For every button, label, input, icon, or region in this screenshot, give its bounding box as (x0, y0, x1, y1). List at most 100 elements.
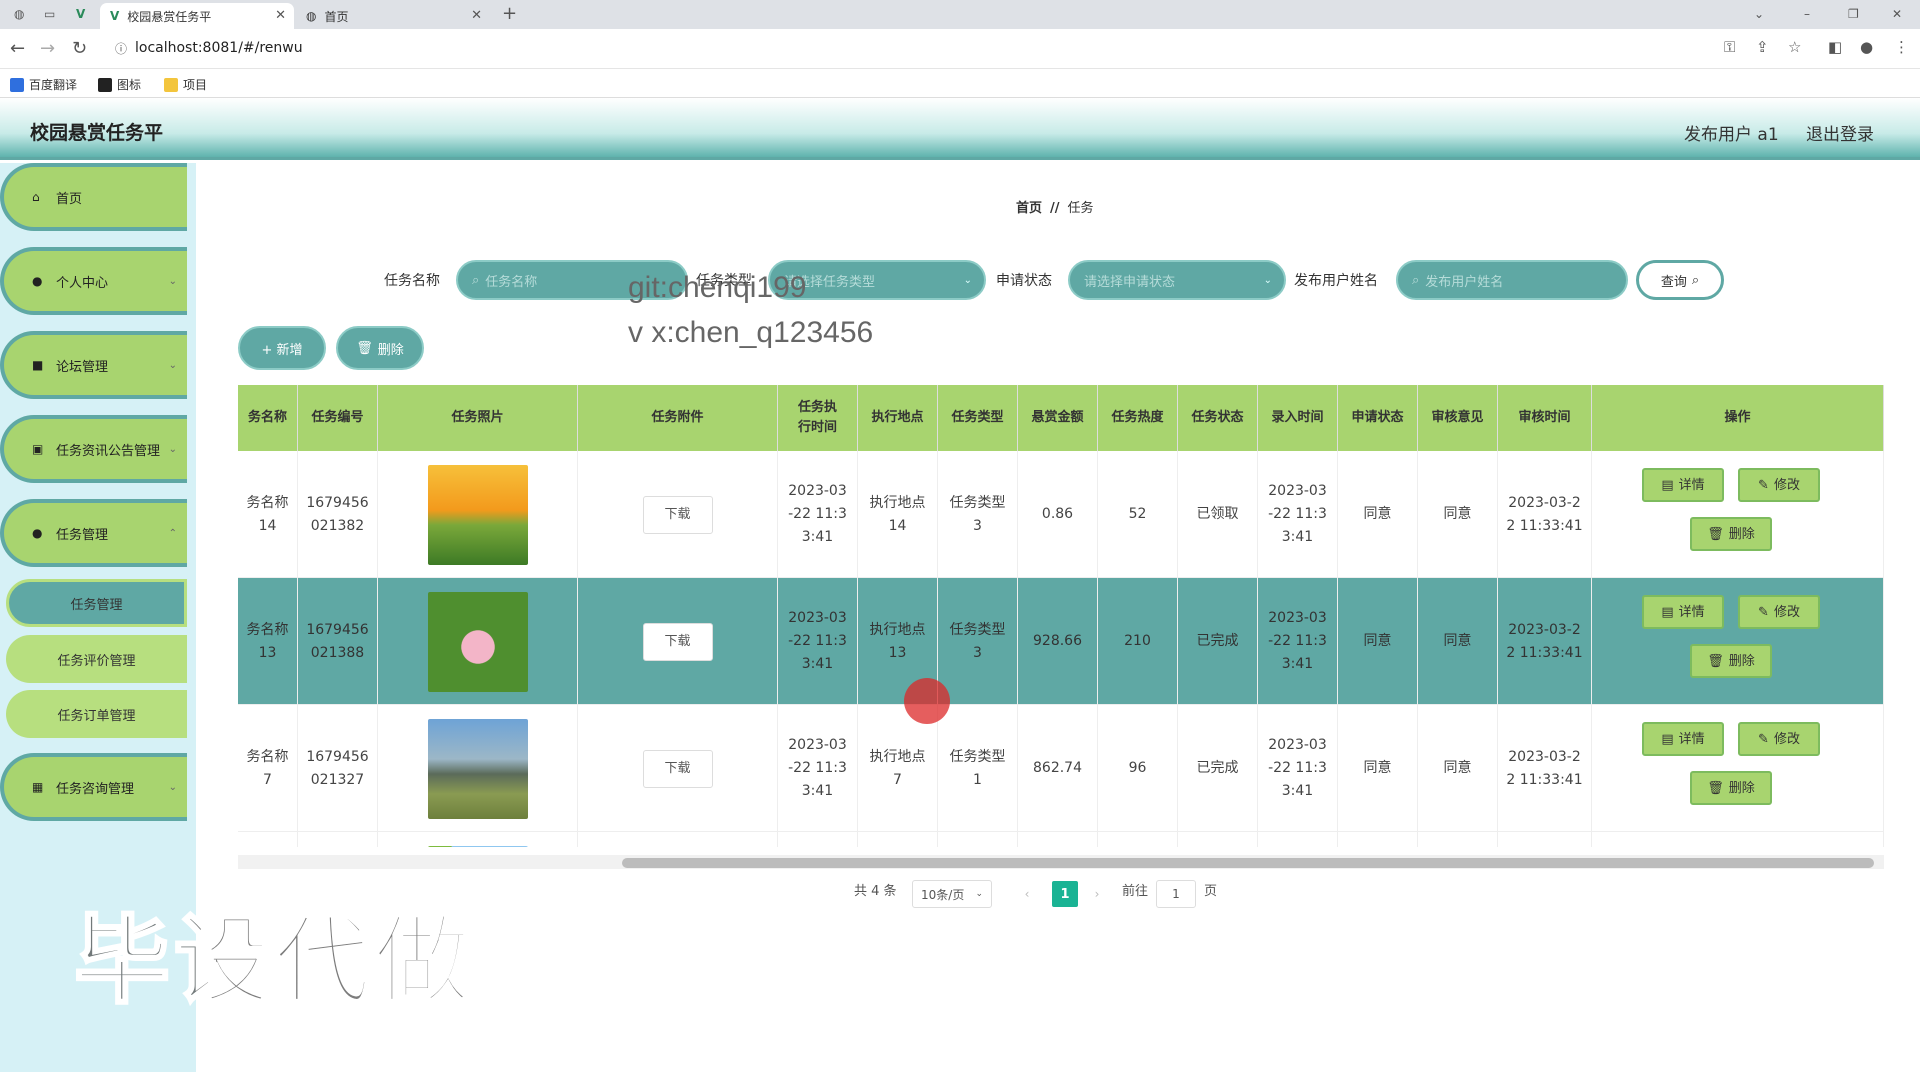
page-size-select[interactable]: 10条/页 ⌄ (912, 880, 992, 908)
logout-link[interactable]: 退出登录 (1806, 120, 1874, 145)
profile-icon[interactable]: ● (1860, 38, 1873, 56)
reload-icon[interactable]: ↻ (72, 38, 87, 59)
breadcrumb-home[interactable]: 首页 (1016, 201, 1042, 216)
edit-button[interactable]: ✎ 修改 (1738, 722, 1820, 756)
table-row[interactable]: 务名称13 1679456021388 下载 2023-03-22 11:33:41 执… (238, 578, 1884, 705)
operations-cell: ▤详情✎修改🗑删除 (1592, 832, 1884, 847)
apply-status-label: 申请状态 (996, 273, 1052, 289)
publisher-input[interactable]: ⌕ 发布用户姓名 (1396, 260, 1628, 300)
query-button[interactable]: 查询 ⌕ (1636, 260, 1724, 300)
cell-amount: 306.7 (1018, 832, 1098, 847)
blank-tab-icon[interactable]: ▭ (44, 7, 62, 23)
sidebar-sub-review[interactable]: 任务评价管理 (6, 635, 187, 683)
sidebar-item-news[interactable]: ▣ 任务资讯公告管理 ⌄ (0, 415, 187, 483)
cell-amount: 928.66 (1018, 578, 1098, 705)
tab-app[interactable]: V 校园悬赏任务平 ✕ (100, 3, 294, 29)
row-delete-button[interactable]: 🗑 删除 (1690, 517, 1772, 551)
minimize-icon[interactable]: – (1804, 7, 1822, 23)
globe-icon[interactable]: ◍ (14, 7, 32, 23)
close-icon[interactable]: ✕ (275, 8, 286, 23)
search-icon: ⌕ (1691, 272, 1700, 288)
vue-icon[interactable]: V (76, 7, 94, 23)
cell-name: 务名称7 (238, 705, 298, 832)
restore-icon[interactable]: ❐ (1848, 7, 1866, 23)
placeholder: 任务名称 (485, 274, 538, 290)
tab-home[interactable]: ◍ 首页 ✕ (296, 3, 490, 29)
cell-time: 2023-03-22 11:33:41 (778, 578, 858, 705)
back-icon[interactable]: ← (10, 38, 25, 59)
cursor-highlight (904, 678, 950, 724)
share-icon[interactable]: ⇪ (1756, 38, 1769, 56)
download-button[interactable]: 下载 (642, 495, 713, 534)
task-photo[interactable] (427, 464, 528, 565)
chevron-down-icon: ⌄ (963, 274, 972, 286)
folder-icon (164, 77, 178, 92)
cell-code: 1679456021382 (298, 451, 378, 578)
app-header: 校园悬赏任务平 发布用户 a1 退出登录 (0, 98, 1920, 160)
address-bar-row: ← → ↻ ⓘ localhost:8081/#/renwu ⚿ ⇪ ☆ ◧ ●… (0, 29, 1920, 69)
batch-delete-button[interactable]: 🗑 删除 (336, 326, 424, 370)
edit-button[interactable]: ✎ 修改 (1738, 595, 1820, 629)
prev-page-button[interactable]: ‹ (1014, 880, 1040, 908)
key-icon[interactable]: ⚿ (1724, 38, 1735, 56)
cell-created: 2023-03-22 11:33:41 (1258, 705, 1338, 832)
task-photo[interactable] (427, 591, 528, 692)
url-text: localhost:8081/#/renwu (135, 40, 303, 56)
detail-button[interactable]: ▤ 详情 (1642, 468, 1724, 502)
download-button[interactable]: 下载 (642, 622, 713, 661)
star-icon[interactable]: ☆ (1788, 38, 1801, 56)
chevron-down-icon: ⌄ (168, 443, 177, 455)
next-page-button[interactable]: › (1084, 880, 1110, 908)
sidebar-item-consult[interactable]: ▦ 任务咨询管理 ⌄ (0, 753, 187, 821)
close-icon[interactable]: ✕ (471, 8, 482, 23)
attachment-cell: 下载 (578, 451, 778, 578)
sidebar-item-home[interactable]: ⌂ 首页 (0, 163, 187, 231)
cell-name: 务名称13 (238, 578, 298, 705)
row-delete-button[interactable]: 🗑 删除 (1690, 644, 1772, 678)
edit-button[interactable]: ✎ 修改 (1738, 468, 1820, 502)
sidebar-item-forum[interactable]: ■ 论坛管理 ⌄ (0, 331, 187, 399)
cell-review_time: 2023-03-22 11:33:41 (1498, 451, 1592, 578)
apply-status-select[interactable]: 请选择申请状态 ⌄ (1068, 260, 1286, 300)
forum-icon: ■ (32, 358, 44, 372)
sidebar-sub-order[interactable]: 任务订单管理 (6, 690, 187, 738)
download-button[interactable]: 下载 (642, 749, 713, 788)
bookmark-project[interactable]: 项目 (164, 76, 207, 93)
detail-button[interactable]: ▤ 详情 (1642, 595, 1724, 629)
query-label: 查询 (1660, 274, 1687, 290)
globe-icon: ◍ (306, 9, 317, 23)
sidebar-item-task[interactable]: ● 任务管理 ⌃ (0, 499, 187, 567)
chevron-down-icon: ⌄ (975, 889, 983, 899)
sidebar-item-profile[interactable]: ● 个人中心 ⌄ (0, 247, 187, 315)
sidebar-sub-task[interactable]: 任务管理 (6, 579, 187, 627)
bookmark-baidu-translate[interactable]: 百度翻译 (10, 76, 77, 93)
task-photo[interactable] (427, 845, 528, 847)
cell-heat: 96 (1098, 705, 1178, 832)
column-header: 任务执行时间 (778, 385, 858, 451)
table-row[interactable]: 务名称7 1679456021327 下载 2023-03-22 11:33:41 执行… (238, 705, 1884, 832)
cell-status: 已完成 (1178, 705, 1258, 832)
chevron-down-icon[interactable]: ⌄ (1754, 7, 1772, 23)
forward-icon[interactable]: → (40, 38, 55, 59)
table-row[interactable]: 务名称14 1679456021382 下载 2023-03-22 11:33:41 执… (238, 451, 1884, 578)
cell-review: 同意 (1418, 451, 1498, 578)
cell-amount: 0.86 (1018, 451, 1098, 578)
table-row[interactable]: 务名称1679456下载2023-03-22 11:33:41执行地点4任务类型… (238, 832, 1884, 847)
row-delete-button[interactable]: 🗑 删除 (1690, 771, 1772, 805)
sidepanel-icon[interactable]: ◧ (1828, 38, 1842, 56)
page-1-button[interactable]: 1 (1052, 881, 1078, 907)
scrollbar-thumb[interactable] (622, 858, 1874, 868)
bookmark-icons[interactable]: 图标 (98, 76, 141, 93)
column-header: 审核时间 (1498, 385, 1592, 451)
task-photo[interactable] (427, 718, 528, 819)
horizontal-scrollbar[interactable] (238, 855, 1884, 869)
cell-type: 任务类型1 (938, 832, 1018, 847)
close-window-icon[interactable]: ✕ (1892, 7, 1910, 23)
add-button[interactable]: + 新增 (238, 326, 326, 370)
url-input[interactable]: ⓘ localhost:8081/#/renwu (105, 34, 1705, 62)
goto-page-input[interactable]: 1 (1156, 880, 1196, 908)
detail-button[interactable]: ▤ 详情 (1642, 722, 1724, 756)
cell-heat: 26 (1098, 832, 1178, 847)
menu-icon[interactable]: ⋮ (1894, 38, 1909, 56)
new-tab-icon[interactable]: + (502, 3, 520, 24)
